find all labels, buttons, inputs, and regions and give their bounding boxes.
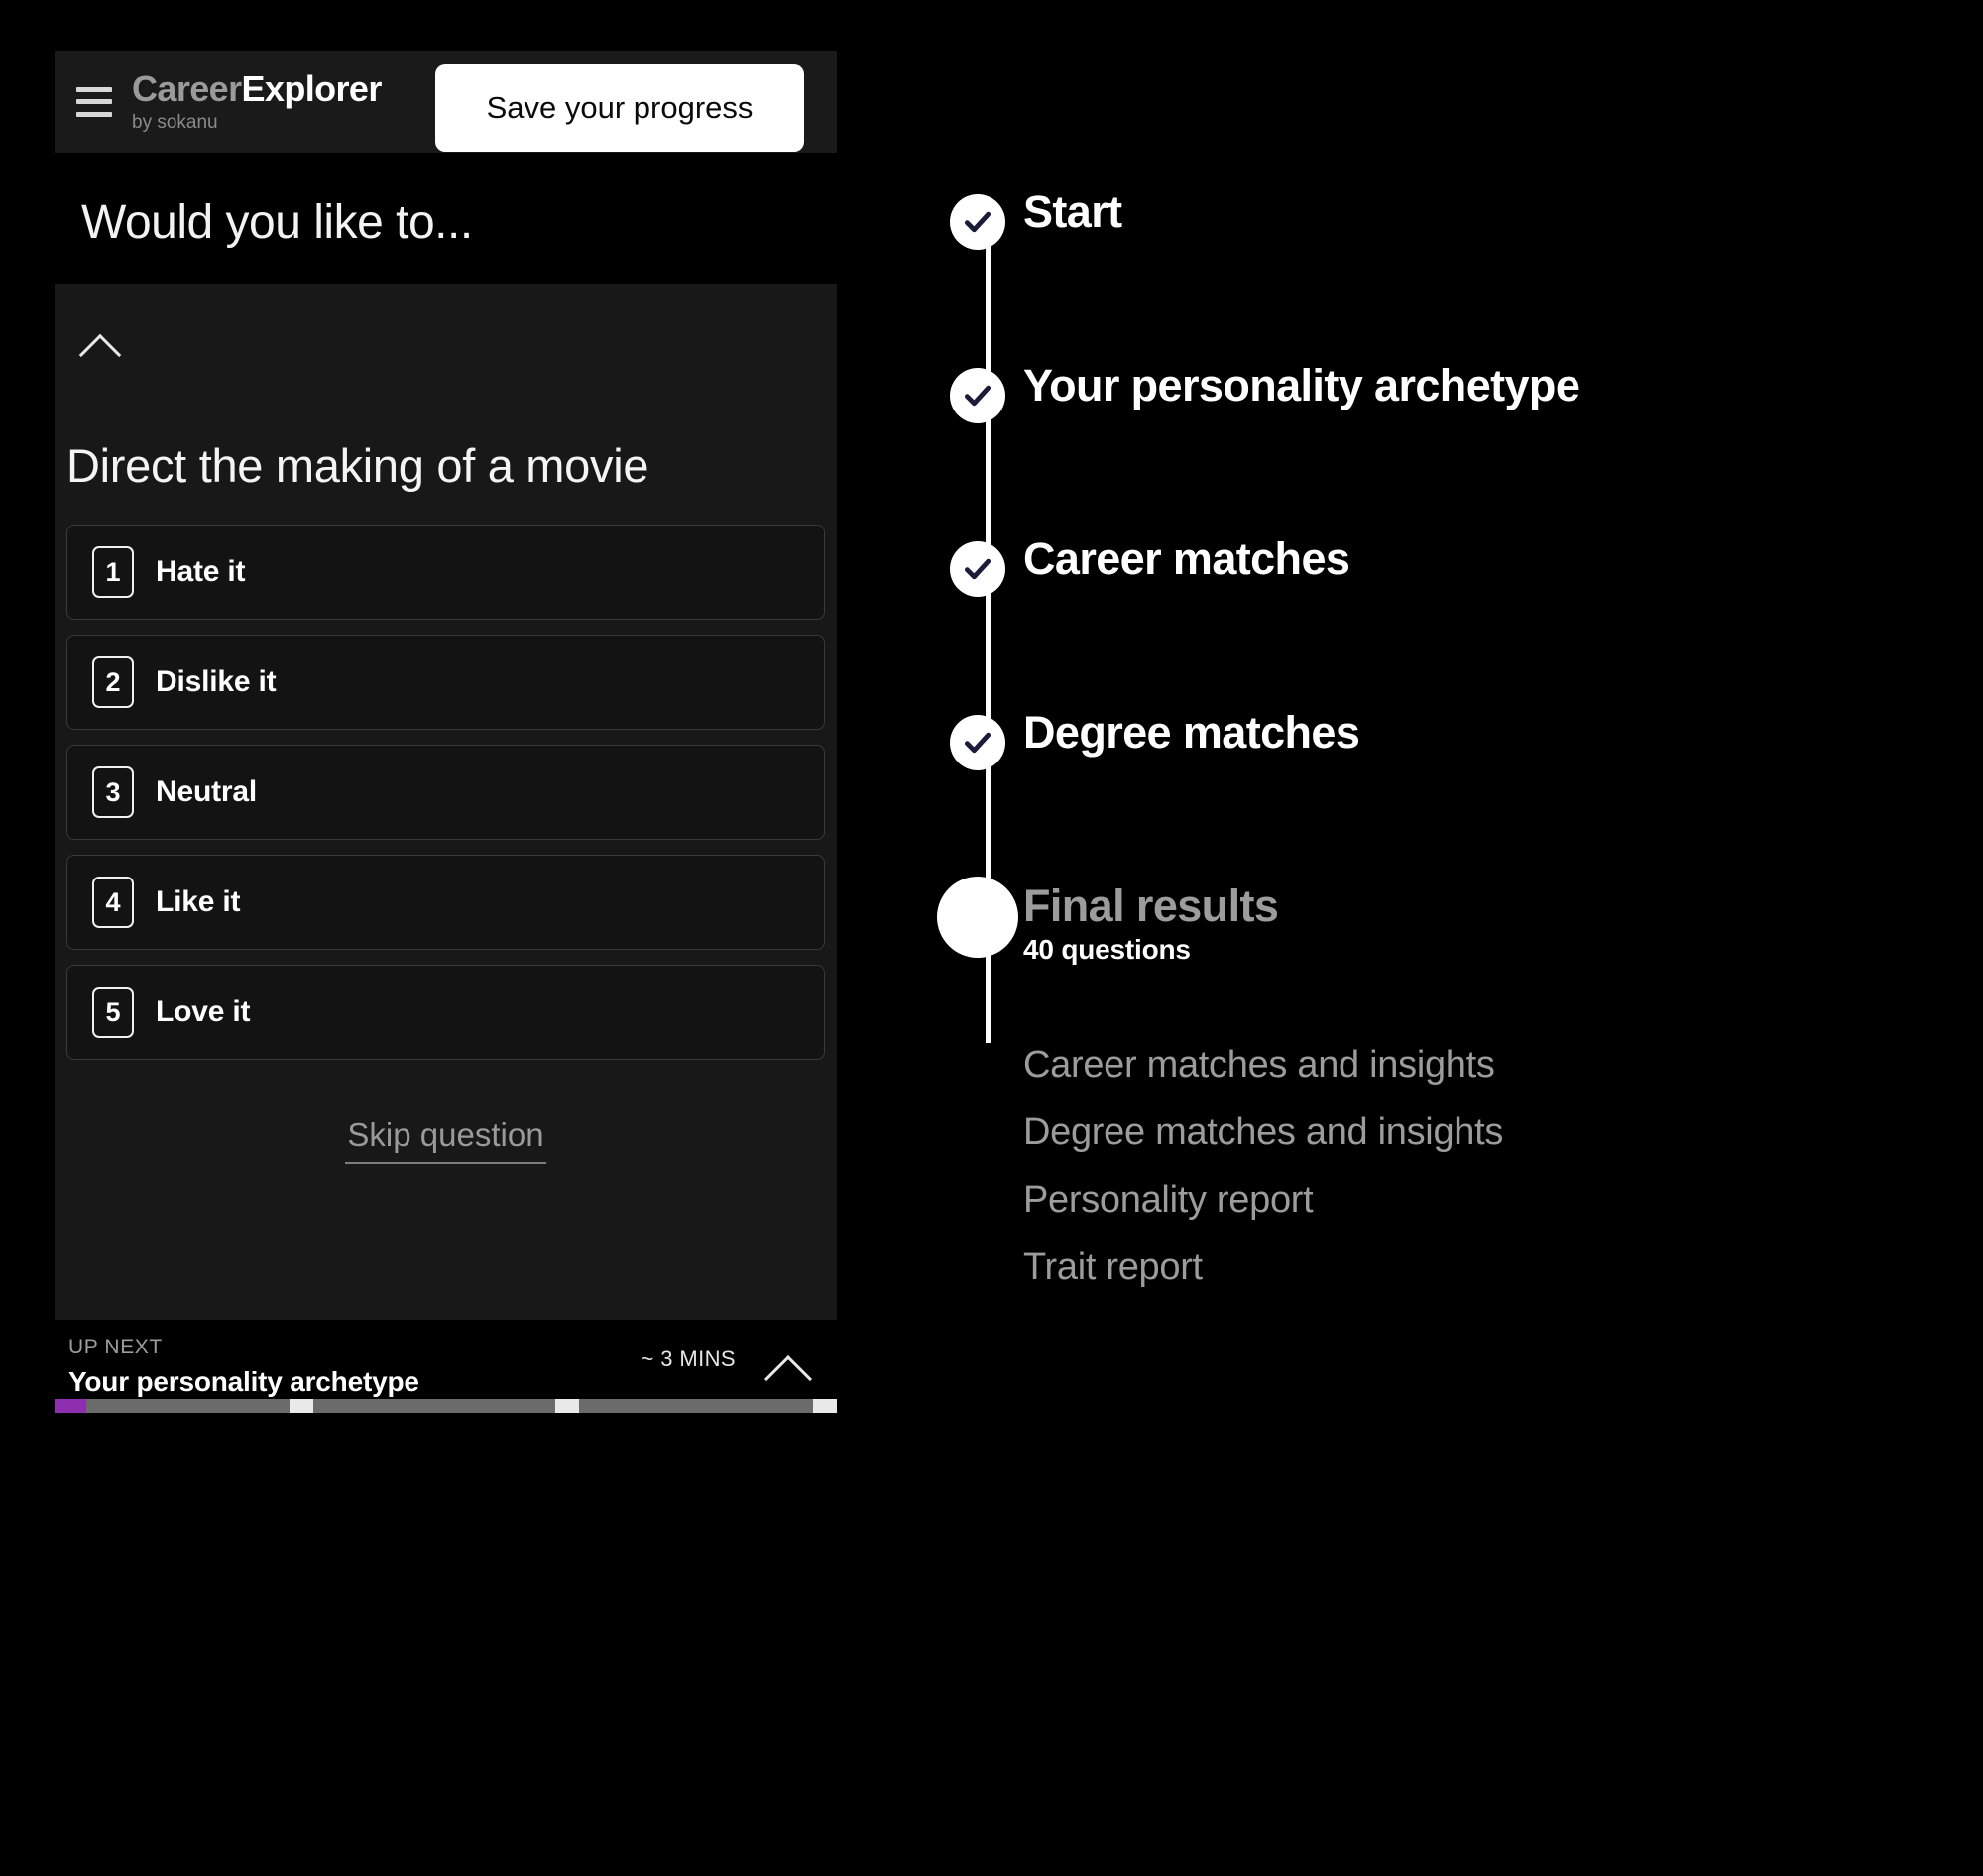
check-icon <box>950 194 1005 250</box>
save-progress-button[interactable]: Save your progress <box>435 64 804 152</box>
progress-milestone-marker <box>813 1399 838 1413</box>
progress-milestone-marker <box>289 1399 313 1413</box>
timeline-step-label: Degree matches <box>1023 707 1360 758</box>
question-count: 40 questions <box>1023 934 1191 965</box>
time-estimate: ~ 3 MINS <box>641 1347 736 1371</box>
answer-option-5[interactable]: 5 Love it <box>66 965 825 1060</box>
up-next-kicker: UP NEXT <box>68 1336 163 1358</box>
timeline-step-personality-archetype[interactable]: Your personality archetype <box>910 360 1961 541</box>
check-icon <box>950 715 1005 770</box>
brand-logo[interactable]: CareerExplorer by sokanu <box>132 68 382 133</box>
answer-option-number: 3 <box>92 766 134 818</box>
answer-option-label: Neutral <box>156 775 257 808</box>
timeline-step-final-results[interactable]: Final results 40 questions <box>910 877 1961 1062</box>
deliverables-list: Career matches and insights Degree match… <box>1023 1046 1916 1316</box>
question-text: Direct the making of a movie <box>66 439 649 492</box>
timeline-step-label: Your personality archetype <box>1023 360 1580 410</box>
chevron-up-icon[interactable] <box>758 1348 819 1404</box>
answer-option-number: 5 <box>92 987 134 1038</box>
check-icon <box>950 541 1005 597</box>
progress-bar[interactable] <box>55 1399 838 1413</box>
question-card: Direct the making of a movie 1 Hate it 2… <box>55 284 837 1320</box>
timeline-step-start[interactable]: Start <box>910 186 1961 368</box>
journey-timeline: Start Your personality archetype Career … <box>910 186 1961 1062</box>
quiz-column: CareerExplorer by sokanu Save your progr… <box>55 51 838 1420</box>
list-item: Career matches and insights <box>1023 1044 1495 1086</box>
skip-question-button[interactable]: Skip question <box>345 1116 546 1164</box>
progress-bar-fill <box>55 1399 86 1413</box>
answer-option-1[interactable]: 1 Hate it <box>66 525 825 620</box>
up-next-title: Your personality archetype <box>68 1366 419 1397</box>
answer-options: 1 Hate it 2 Dislike it 3 Neutral 4 Like … <box>66 525 825 1075</box>
timeline-step-degree-matches[interactable]: Degree matches <box>910 707 1961 888</box>
brand-name-primary: Career <box>132 68 242 109</box>
answer-option-number: 2 <box>92 656 134 708</box>
list-item: Degree matches and insights <box>1023 1112 1504 1153</box>
page-title: Would you like to... <box>81 196 473 249</box>
progress-milestone-marker <box>554 1399 579 1413</box>
current-step-dot <box>937 877 1018 958</box>
app-header: CareerExplorer by sokanu Save your progr… <box>55 51 837 156</box>
hamburger-icon[interactable] <box>76 86 112 117</box>
timeline-step-label: Start <box>1023 186 1122 237</box>
answer-option-label: Like it <box>156 885 241 918</box>
app-root: CareerExplorer by sokanu Save your progr… <box>0 0 1983 1876</box>
answer-option-3[interactable]: 3 Neutral <box>66 745 825 840</box>
brand-name-secondary: Explorer <box>241 68 382 109</box>
answer-option-label: Love it <box>156 996 251 1028</box>
check-icon <box>950 368 1005 423</box>
answer-option-number: 1 <box>92 546 134 598</box>
chevron-up-icon[interactable] <box>70 325 130 377</box>
timeline-step-label: Final results <box>1023 880 1279 931</box>
answer-option-label: Hate it <box>156 555 246 588</box>
answer-option-label: Dislike it <box>156 665 277 698</box>
list-item: Personality report <box>1023 1179 1314 1221</box>
answer-option-number: 4 <box>92 877 134 928</box>
answer-option-4[interactable]: 4 Like it <box>66 855 825 950</box>
answer-option-2[interactable]: 2 Dislike it <box>66 635 825 730</box>
timeline-step-career-matches[interactable]: Career matches <box>910 533 1961 715</box>
skip-question-row: Skip question <box>55 1116 837 1164</box>
brand-tagline: by sokanu <box>132 112 218 133</box>
timeline-step-label: Career matches <box>1023 533 1350 584</box>
list-item: Trait report <box>1023 1246 1203 1288</box>
